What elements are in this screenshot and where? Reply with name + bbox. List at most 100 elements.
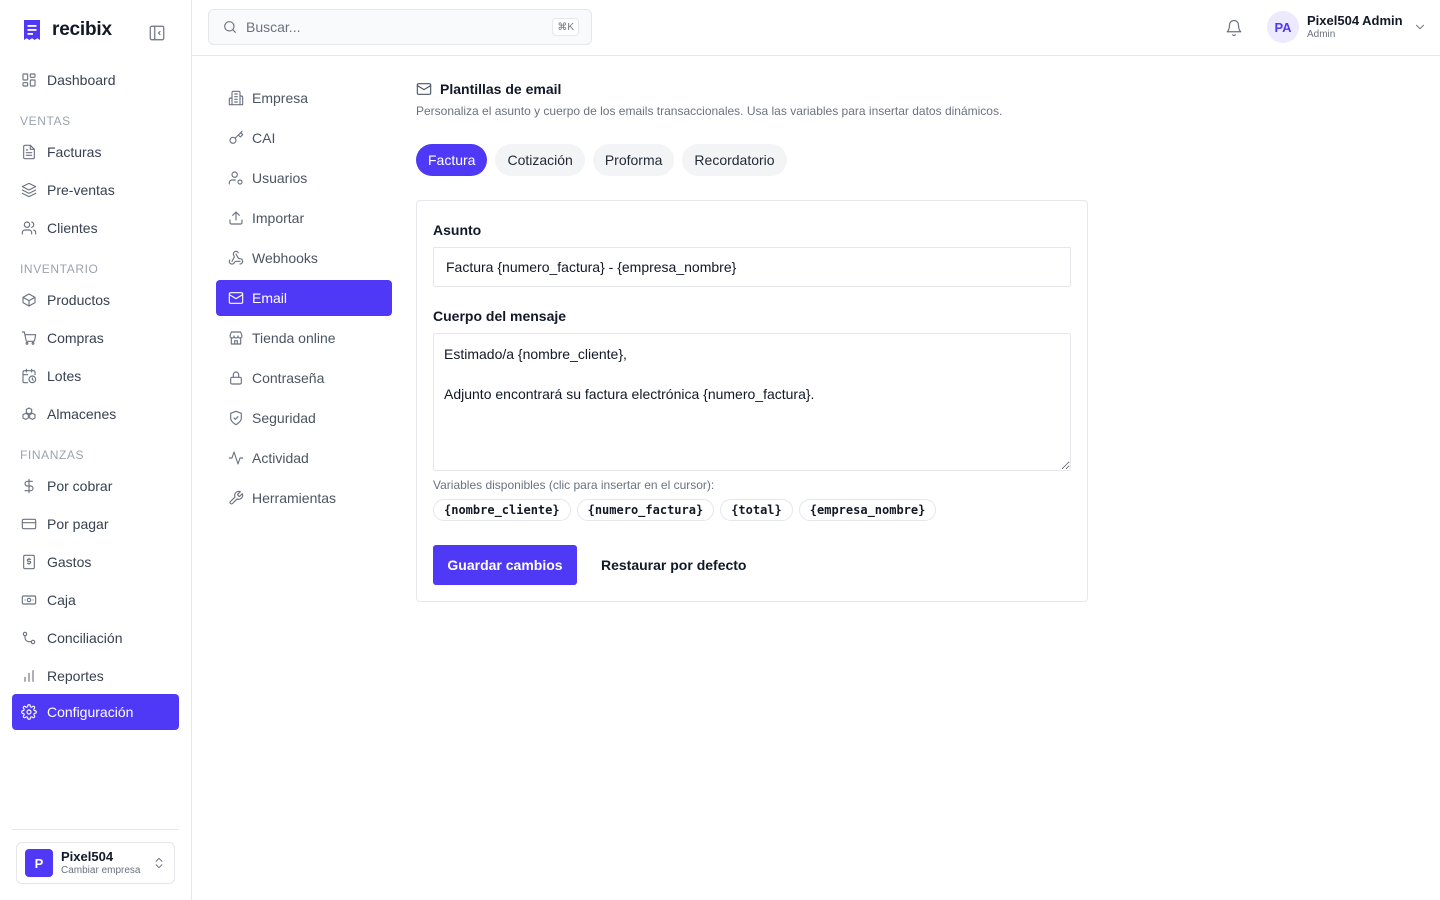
- sidebar-item-configuracion[interactable]: Configuración: [12, 694, 179, 730]
- settings-item-label: Contraseña: [252, 370, 325, 386]
- dashboard-icon: [21, 72, 37, 88]
- variable-chip-nombre-cliente[interactable]: {nombre_cliente}: [433, 499, 571, 521]
- webhook-icon: [228, 250, 244, 266]
- settings-item-label: CAI: [252, 130, 276, 146]
- sidebar: recibix Dashboard VENTAS Facturas Pre-ve…: [0, 0, 192, 900]
- tab-factura[interactable]: Factura: [416, 144, 488, 176]
- package-icon: [21, 292, 37, 308]
- lock-icon: [228, 370, 244, 386]
- tab-recordatorio[interactable]: Recordatorio: [682, 144, 787, 176]
- sidebar-item-label: Caja: [47, 592, 76, 608]
- settings-item-actividad[interactable]: Actividad: [216, 440, 392, 476]
- dollar-icon: [21, 478, 37, 494]
- settings-item-label: Usuarios: [252, 170, 308, 186]
- settings-item-webhooks[interactable]: Webhooks: [216, 240, 392, 276]
- section-description: Personaliza el asunto y cuerpo de los em…: [416, 104, 1003, 118]
- settings-item-label: Email: [252, 290, 288, 306]
- nav-section-inventario: INVENTARIO: [20, 262, 99, 276]
- shield-icon: [228, 410, 244, 426]
- section-header: Plantillas de email: [416, 81, 561, 97]
- sidebar-item-label: Clientes: [47, 220, 98, 236]
- settings-item-label: Actividad: [252, 450, 309, 466]
- reset-default-button[interactable]: Restaurar por defecto: [589, 545, 758, 585]
- key-icon: [228, 130, 244, 146]
- nav-section-finanzas: FINANZAS: [20, 448, 85, 462]
- variables-hint: Variables disponibles (clic para inserta…: [433, 478, 715, 492]
- sidebar-item-dashboard[interactable]: Dashboard: [12, 62, 179, 98]
- sidebar-item-facturas[interactable]: Facturas: [12, 134, 179, 170]
- template-editor-card: Asunto Cuerpo del mensaje Estimado/a {no…: [416, 200, 1088, 602]
- settings-item-cai[interactable]: CAI: [216, 120, 392, 156]
- sidebar-item-compras[interactable]: Compras: [12, 320, 179, 356]
- save-button[interactable]: Guardar cambios: [433, 545, 577, 585]
- template-tabs: Factura Cotización Proforma Recordatorio: [416, 144, 787, 176]
- mail-icon: [416, 81, 432, 97]
- settings-item-herramientas[interactable]: Herramientas: [216, 480, 392, 516]
- search-input[interactable]: [246, 19, 536, 35]
- sidebar-item-productos[interactable]: Productos: [12, 282, 179, 318]
- sidebar-item-label: Por pagar: [47, 516, 109, 532]
- settings-item-label: Empresa: [252, 90, 309, 106]
- chevron-down-icon: [1413, 20, 1427, 34]
- settings-item-empresa[interactable]: Empresa: [216, 80, 392, 116]
- receipt-icon: [21, 554, 37, 570]
- cart-icon: [21, 330, 37, 346]
- invoice-icon: [21, 144, 37, 160]
- brand[interactable]: recibix: [22, 19, 112, 41]
- tab-proforma[interactable]: Proforma: [592, 144, 675, 176]
- upload-icon: [228, 210, 244, 226]
- company-switch-label: Cambiar empresa: [61, 864, 141, 876]
- sidebar-item-conciliacion[interactable]: Conciliación: [12, 620, 179, 656]
- credit-card-icon: [21, 516, 37, 532]
- sidebar-item-lotes[interactable]: Lotes: [12, 358, 179, 394]
- variable-chips: {nombre_cliente} {numero_factura} {total…: [433, 499, 937, 521]
- settings-item-contrasena[interactable]: Contraseña: [216, 360, 392, 396]
- building-icon: [228, 90, 244, 106]
- wrench-icon: [228, 490, 244, 506]
- brand-name: recibix: [52, 19, 112, 40]
- settings-item-email[interactable]: Email: [216, 280, 392, 316]
- settings-item-label: Tienda online: [252, 330, 336, 346]
- receipt-logo-icon: [22, 19, 42, 41]
- sidebar-item-label: Compras: [47, 330, 104, 346]
- activity-icon: [228, 450, 244, 466]
- settings-item-importar[interactable]: Importar: [216, 200, 392, 236]
- variable-chip-numero-factura[interactable]: {numero_factura}: [576, 499, 715, 521]
- user-name: Pixel504 Admin: [1307, 13, 1403, 29]
- sidebar-item-label: Por cobrar: [47, 478, 113, 494]
- settings-item-seguridad[interactable]: Seguridad: [216, 400, 392, 436]
- settings-item-tienda-online[interactable]: Tienda online: [216, 320, 392, 356]
- avatar: PA: [1267, 11, 1299, 43]
- search-shortcut-badge: ⌘K: [552, 18, 579, 36]
- banknote-icon: [21, 592, 37, 608]
- sidebar-item-por-cobrar[interactable]: Por cobrar: [12, 468, 179, 504]
- sidebar-item-clientes[interactable]: Clientes: [12, 210, 179, 246]
- variable-chip-total[interactable]: {total}: [720, 499, 793, 521]
- sidebar-item-por-pagar[interactable]: Por pagar: [12, 506, 179, 542]
- sidebar-item-almacenes[interactable]: Almacenes: [12, 396, 179, 432]
- top-header: ⌘K PA Pixel504 Admin Admin: [192, 0, 1440, 56]
- sidebar-item-label: Productos: [47, 292, 111, 308]
- layers-icon: [21, 182, 37, 198]
- calendar-clock-icon: [21, 368, 37, 384]
- sidebar-item-label: Almacenes: [47, 406, 117, 422]
- settings-item-label: Webhooks: [252, 250, 318, 266]
- sidebar-item-caja[interactable]: Caja: [12, 582, 179, 618]
- sidebar-item-gastos[interactable]: Gastos: [12, 544, 179, 580]
- variable-chip-empresa-nombre[interactable]: {empresa_nombre}: [798, 499, 937, 521]
- bell-icon[interactable]: [1225, 19, 1243, 37]
- subject-label: Asunto: [433, 222, 482, 238]
- sidebar-item-reportes[interactable]: Reportes: [12, 658, 179, 694]
- settings-item-usuarios[interactable]: Usuarios: [216, 160, 392, 196]
- mail-icon: [228, 290, 244, 306]
- sidebar-item-pre-ventas[interactable]: Pre-ventas: [12, 172, 179, 208]
- user-cog-icon: [228, 170, 244, 186]
- body-textarea[interactable]: Estimado/a {nombre_cliente}, Adjunto enc…: [433, 333, 1071, 471]
- search-bar[interactable]: ⌘K: [208, 9, 592, 45]
- user-menu[interactable]: PA Pixel504 Admin Admin: [1267, 11, 1427, 43]
- sidebar-collapse-icon[interactable]: [148, 24, 166, 42]
- company-switcher[interactable]: P Pixel504 Cambiar empresa: [16, 842, 175, 884]
- subject-field[interactable]: [433, 247, 1071, 287]
- tab-cotizacion[interactable]: Cotización: [495, 144, 585, 176]
- git-compare-icon: [21, 630, 37, 646]
